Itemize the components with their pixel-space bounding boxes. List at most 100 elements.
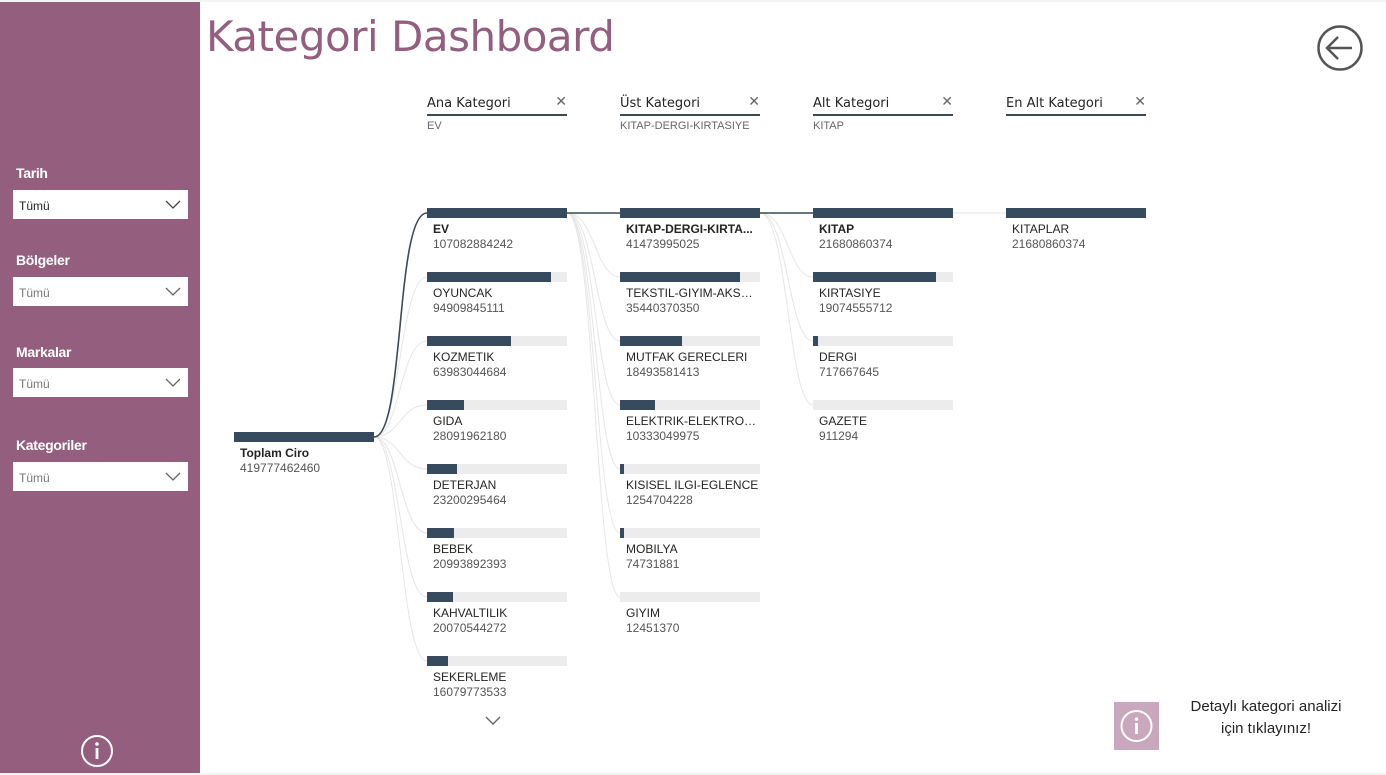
node-value: 18493581413 <box>626 365 700 379</box>
bar-fill <box>427 336 511 346</box>
bar-track <box>234 432 374 442</box>
info-icon[interactable] <box>80 734 114 768</box>
node-value: 12451370 <box>626 621 680 635</box>
bar-fill <box>620 528 624 538</box>
bar-fill <box>813 272 937 282</box>
close-icon[interactable]: ✕ <box>555 94 567 110</box>
level-header-en-alt-kategori: En Alt Kategori ✕ <box>1006 94 1146 136</box>
level-divider <box>813 114 953 116</box>
info-icon <box>1120 710 1153 742</box>
bar-fill <box>427 464 458 474</box>
bar-fill <box>427 208 567 218</box>
node-value: 419777462460 <box>240 461 321 475</box>
bar-fill <box>427 592 454 602</box>
node-label: BEBEK <box>433 542 474 556</box>
close-icon[interactable]: ✕ <box>941 94 953 110</box>
node-label: MOBILYA <box>626 542 678 556</box>
bar-track <box>813 272 953 282</box>
node-value: 911294 <box>819 429 859 443</box>
filter-label-markalar: Markalar <box>16 344 72 360</box>
dashboard-canvas: Tarih Tümü Bölgeler Tümü Markalar Tümü K… <box>0 0 1386 775</box>
node-value: 21680860374 <box>819 237 893 251</box>
node-label: ELEKTRIK-ELEKTRONIK <box>626 414 760 428</box>
markalar-dropdown-value: Tümü <box>19 377 50 391</box>
bar-track <box>813 400 953 410</box>
level-selection: KITAP-DERGI-KIRTASIYE <box>620 120 750 132</box>
bolgeler-dropdown-value: Tümü <box>19 286 50 300</box>
main-panel <box>200 2 1386 773</box>
level-selection: EV <box>427 120 442 132</box>
node-label: TEKSTIL-GIYIM-AKSES... <box>626 286 760 300</box>
chevron-down-icon <box>165 378 181 387</box>
node-label: GIYIM <box>626 606 661 620</box>
bar-track <box>1006 208 1146 218</box>
node-value: 74731881 <box>626 557 680 571</box>
level-header-ust-kategori: Üst Kategori ✕ KITAP-DERGI-KIRTASIYE <box>620 94 760 136</box>
level-divider <box>1006 114 1146 116</box>
node-label: DERGI <box>819 350 858 364</box>
tarih-dropdown-value: Tümü <box>19 199 50 213</box>
node-value: 19074555712 <box>819 301 893 315</box>
detail-cta-text[interactable]: Detaylı kategori analizi için tıklayınız… <box>1170 696 1362 740</box>
node-value: 107082884242 <box>433 237 514 251</box>
chevron-down-icon[interactable] <box>484 714 502 728</box>
node-value: 28091962180 <box>433 429 507 443</box>
tarih-dropdown[interactable]: Tümü <box>13 190 188 219</box>
bar-track <box>427 208 567 218</box>
page-title: Kategori Dashboard <box>206 12 615 61</box>
node-value: 16079773533 <box>433 685 507 699</box>
node-value: 1254704228 <box>626 493 693 507</box>
node-label: SEKERLEME <box>433 670 507 684</box>
bar-track <box>620 336 760 346</box>
filter-label-kategoriler: Kategoriler <box>16 437 87 453</box>
bar-fill <box>813 208 953 218</box>
bar-fill <box>234 432 374 442</box>
node-value: 94909845111 <box>433 301 505 315</box>
bar-fill <box>427 528 455 538</box>
filter-label-tarih: Tarih <box>16 165 48 181</box>
bar-fill <box>620 464 625 474</box>
level-name: Ana Kategori <box>427 96 511 111</box>
level-name: En Alt Kategori <box>1006 96 1103 111</box>
bar-track <box>620 272 760 282</box>
bar-track <box>813 208 953 218</box>
node-value: 41473995025 <box>626 237 700 251</box>
node-value: 63983044684 <box>433 365 507 379</box>
node-value: 20070544272 <box>433 621 507 635</box>
level-name: Alt Kategori <box>813 96 890 111</box>
bar-fill <box>427 400 464 410</box>
bar-track <box>427 528 567 538</box>
bar-fill <box>813 336 818 346</box>
bar-fill <box>427 656 448 666</box>
detail-info-button[interactable] <box>1114 702 1159 750</box>
node-label: MUTFAK GERECLERI <box>626 350 748 364</box>
kategoriler-dropdown[interactable]: Tümü <box>13 462 188 491</box>
level-selection: KITAP <box>813 120 844 132</box>
node-label: KIRTASIYE <box>819 286 881 300</box>
level-header-ana-kategori: Ana Kategori ✕ EV <box>427 94 567 136</box>
bar-fill <box>620 336 683 346</box>
bar-fill <box>620 208 760 218</box>
node-value: 717667645 <box>819 365 880 379</box>
node-label: KITAPLAR <box>1012 222 1070 236</box>
node-label: KAHVALTILIK <box>433 606 508 620</box>
node-label: KITAP <box>819 222 855 236</box>
back-arrow-icon[interactable] <box>1316 24 1364 72</box>
node-label: DETERJAN <box>433 478 497 492</box>
bar-fill <box>620 272 740 282</box>
node-value: 10333049975 <box>626 429 700 443</box>
bar-fill <box>1006 208 1146 218</box>
level-header-alt-kategori: Alt Kategori ✕ KITAP <box>813 94 953 136</box>
node-value: 23200295464 <box>433 493 507 507</box>
node-value: 35440370350 <box>626 301 700 315</box>
level-divider <box>620 114 760 116</box>
markalar-dropdown[interactable]: Tümü <box>13 368 188 397</box>
node-label: EV <box>433 222 450 236</box>
close-icon[interactable]: ✕ <box>1134 94 1146 110</box>
bar-track <box>620 464 760 474</box>
bolgeler-dropdown[interactable]: Tümü <box>13 277 188 306</box>
bar-track <box>813 336 953 346</box>
node-value: 20993892393 <box>433 557 507 571</box>
close-icon[interactable]: ✕ <box>748 94 760 110</box>
bar-fill <box>620 400 655 410</box>
